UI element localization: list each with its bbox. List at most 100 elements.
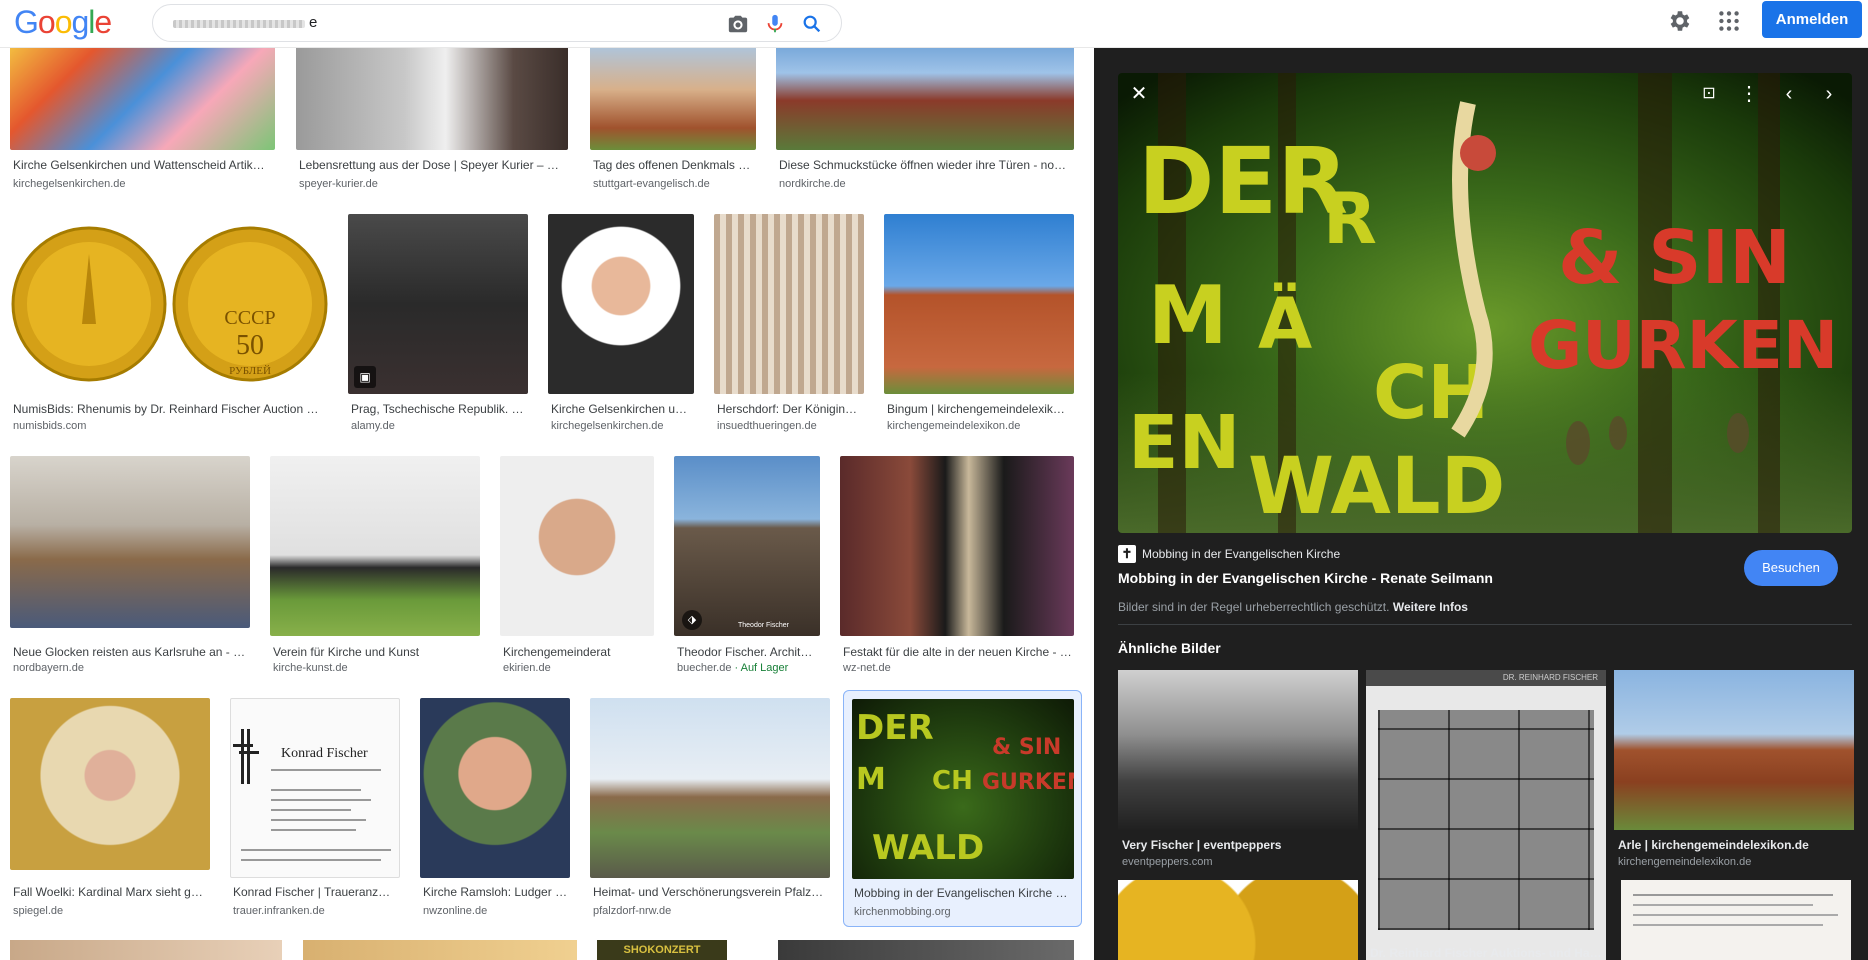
result-card[interactable]: Kirche Gelsenkirchen u… [548, 214, 694, 416]
result-source[interactable]: pfalzdorf-nrw.de [593, 905, 829, 917]
settings-gear-icon[interactable] [1666, 8, 1692, 34]
result-thumbnail[interactable] [776, 48, 1074, 150]
result-thumbnail[interactable]: Konrad Fischer [230, 698, 400, 878]
result-card[interactable]: ⬗ Theodor Fischer Theodor Fischer. Archi… [674, 456, 820, 659]
result-card[interactable]: Fall Woelki: Kardinal Marx sieht g… [10, 698, 210, 899]
result-source[interactable]: kirchenmobbing.org [854, 906, 1072, 918]
result-thumbnail[interactable] [10, 698, 210, 870]
visual-search-icon[interactable]: ⊡ [1694, 79, 1724, 109]
result-thumbnail[interactable]: DER M CH & SIN GURKEN WALD [852, 699, 1074, 879]
result-thumbnail[interactable]: ▣ [348, 214, 528, 394]
close-icon[interactable]: ✕ [1124, 79, 1154, 109]
result-caption[interactable]: Kirche Gelsenkirchen und Wattenscheid Ar… [13, 158, 275, 172]
result-thumbnail[interactable] [270, 456, 480, 636]
result-card[interactable]: Tag des offenen Denkmals … stuttgart-eva… [590, 48, 756, 198]
similar-caption[interactable]: Dr. Reinhard Fischer Auktions- und Hand… [1370, 946, 1604, 960]
result-thumbnail[interactable]: CCCP 50 РУБЛЕЙ [10, 214, 328, 394]
result-caption[interactable]: Mobbing in der Evangelischen Kirche … [854, 886, 1072, 900]
result-source[interactable]: wz-net.de [843, 662, 1073, 674]
preview-image[interactable]: DER M R Ä CH EN WALD & SIN GURKEN ✕ ⊡ ⋮ … [1118, 73, 1852, 533]
result-thumbnail[interactable] [714, 214, 864, 394]
result-caption[interactable]: Fall Woelki: Kardinal Marx sieht g… [13, 885, 209, 899]
result-thumbnail[interactable] [840, 456, 1074, 636]
result-caption[interactable]: Theodor Fischer. Archit… [677, 645, 819, 659]
result-caption[interactable]: Prag, Tschechische Republik. … [351, 402, 527, 416]
microphone-icon[interactable] [764, 13, 786, 35]
result-source[interactable]: kirche-kunst.de [273, 662, 479, 674]
result-card[interactable]: Bingum | kirchengemeindelexik… [884, 214, 1074, 416]
result-card[interactable]: Lebensrettung aus der Dose | Speyer Kuri… [296, 48, 568, 198]
similar-thumbnail[interactable] [1118, 880, 1358, 960]
previous-icon[interactable]: ‹ [1774, 79, 1804, 109]
result-thumbnail[interactable] [296, 48, 568, 150]
result-caption[interactable]: Neue Glocken reisten aus Karlsruhe an - … [13, 645, 249, 659]
result-thumbnail[interactable] [500, 456, 654, 636]
result-source[interactable]: spiegel.de [13, 905, 209, 917]
result-source[interactable]: speyer-kurier.de [299, 178, 567, 190]
google-logo[interactable]: Google [14, 4, 112, 41]
result-caption[interactable]: Kirchengemeinderat [503, 645, 653, 659]
result-source[interactable]: trauer.infranken.de [233, 905, 399, 917]
result-source[interactable]: kirchengemeindelexikon.de [887, 420, 1073, 432]
result-caption[interactable]: Konrad Fischer | Traueranz… [233, 885, 399, 899]
result-card[interactable]: Kirche Ramsloh: Ludger … [420, 698, 570, 899]
visit-button[interactable]: Besuchen [1744, 550, 1838, 586]
result-card[interactable]: ▣ Prag, Tschechische Republik. … [348, 214, 528, 416]
result-source[interactable]: ekirien.de [503, 662, 653, 674]
result-thumbnail[interactable] [10, 48, 275, 150]
similar-source[interactable]: eventpeppers.com [1122, 856, 1213, 868]
similar-caption[interactable]: Very Fischer | eventpeppers [1122, 838, 1358, 852]
next-icon[interactable]: › [1814, 79, 1844, 109]
result-source[interactable]: nordbayern.de [13, 662, 249, 674]
similar-thumbnail[interactable] [1614, 670, 1854, 830]
result-source[interactable]: numisbids.com [13, 420, 327, 432]
result-card[interactable]: Kirchengemeinderat [500, 456, 654, 659]
similar-thumbnail[interactable] [1621, 880, 1851, 960]
more-options-icon[interactable]: ⋮ [1734, 79, 1764, 109]
result-card-selected[interactable]: DER M CH & SIN GURKEN WALD Mobbing in de… [843, 690, 1082, 927]
similar-source[interactable]: kirchengemeindelexikon.de [1618, 856, 1751, 868]
result-card[interactable]: Konrad Fischer Konrad Fischer | Traueran… [230, 698, 400, 899]
result-caption[interactable]: Heimat- und Verschönerungsverein Pfalz… [593, 885, 829, 899]
result-source[interactable]: nordkirche.de [779, 178, 1073, 190]
result-thumbnail[interactable] [590, 698, 830, 878]
result-caption[interactable]: Verein für Kirche und Kunst [273, 645, 479, 659]
result-card[interactable]: Herschdorf: Der Königin… [714, 214, 864, 416]
result-thumbnail[interactable] [590, 48, 756, 150]
result-thumbnail[interactable] [420, 698, 570, 878]
result-caption[interactable]: Festakt für die alte in der neuen Kirche… [843, 645, 1073, 659]
result-card[interactable]: Kirche Gelsenkirchen und Wattenscheid Ar… [10, 48, 275, 198]
result-card[interactable]: Diese Schmuckstücke öffnen wieder ihre T… [776, 48, 1074, 198]
result-caption[interactable]: Tag des offenen Denkmals … [593, 158, 755, 172]
result-card[interactable]: Verein für Kirche und Kunst [270, 456, 480, 659]
camera-icon[interactable] [727, 13, 749, 35]
result-thumbnail[interactable] [884, 214, 1074, 394]
result-thumbnail[interactable] [303, 940, 577, 960]
result-source[interactable]: insuedthueringen.de [717, 420, 863, 432]
result-card[interactable]: Neue Glocken reisten aus Karlsruhe an - … [10, 456, 250, 659]
more-info-link[interactable]: Weitere Infos [1393, 600, 1468, 614]
result-source[interactable]: nwzonline.de [423, 905, 569, 917]
result-thumbnail[interactable]: SHOKONZERT [597, 940, 727, 960]
similar-thumbnail[interactable]: DR. REINHARD FISCHER [1366, 670, 1606, 960]
similar-thumbnail[interactable] [1118, 670, 1358, 830]
result-thumbnail[interactable]: ⬗ Theodor Fischer [674, 456, 820, 636]
result-thumbnail[interactable] [548, 214, 694, 394]
preview-title[interactable]: Mobbing in der Evangelischen Kirche - Re… [1118, 570, 1493, 586]
result-caption[interactable]: NumisBids: Rhenumis by Dr. Reinhard Fisc… [13, 402, 327, 416]
apps-grid-icon[interactable] [1716, 8, 1742, 34]
result-caption[interactable]: Lebensrettung aus der Dose | Speyer Kuri… [299, 158, 567, 172]
result-card[interactable]: Festakt für die alte in der neuen Kirche… [840, 456, 1074, 659]
result-card[interactable]: Heimat- und Verschönerungsverein Pfalz… [590, 698, 830, 899]
result-caption[interactable]: Diese Schmuckstücke öffnen wieder ihre T… [779, 158, 1073, 172]
result-card[interactable]: CCCP 50 РУБЛЕЙ NumisBids: Rhenumis by Dr… [10, 214, 328, 416]
similar-caption[interactable]: Arle | kirchengemeindelexikon.de [1618, 838, 1854, 852]
result-caption[interactable]: Kirche Ramsloh: Ludger … [423, 885, 569, 899]
signin-button[interactable]: Anmelden [1762, 1, 1862, 38]
result-source[interactable]: kirchegelsenkirchen.de [13, 178, 275, 190]
site-name[interactable]: Mobbing in der Evangelischen Kirche [1142, 547, 1340, 561]
result-source[interactable]: buecher.de · Auf Lager [677, 662, 819, 674]
result-caption[interactable]: Kirche Gelsenkirchen u… [551, 402, 693, 416]
result-thumbnail[interactable] [10, 940, 282, 960]
search-icon[interactable] [801, 13, 823, 35]
